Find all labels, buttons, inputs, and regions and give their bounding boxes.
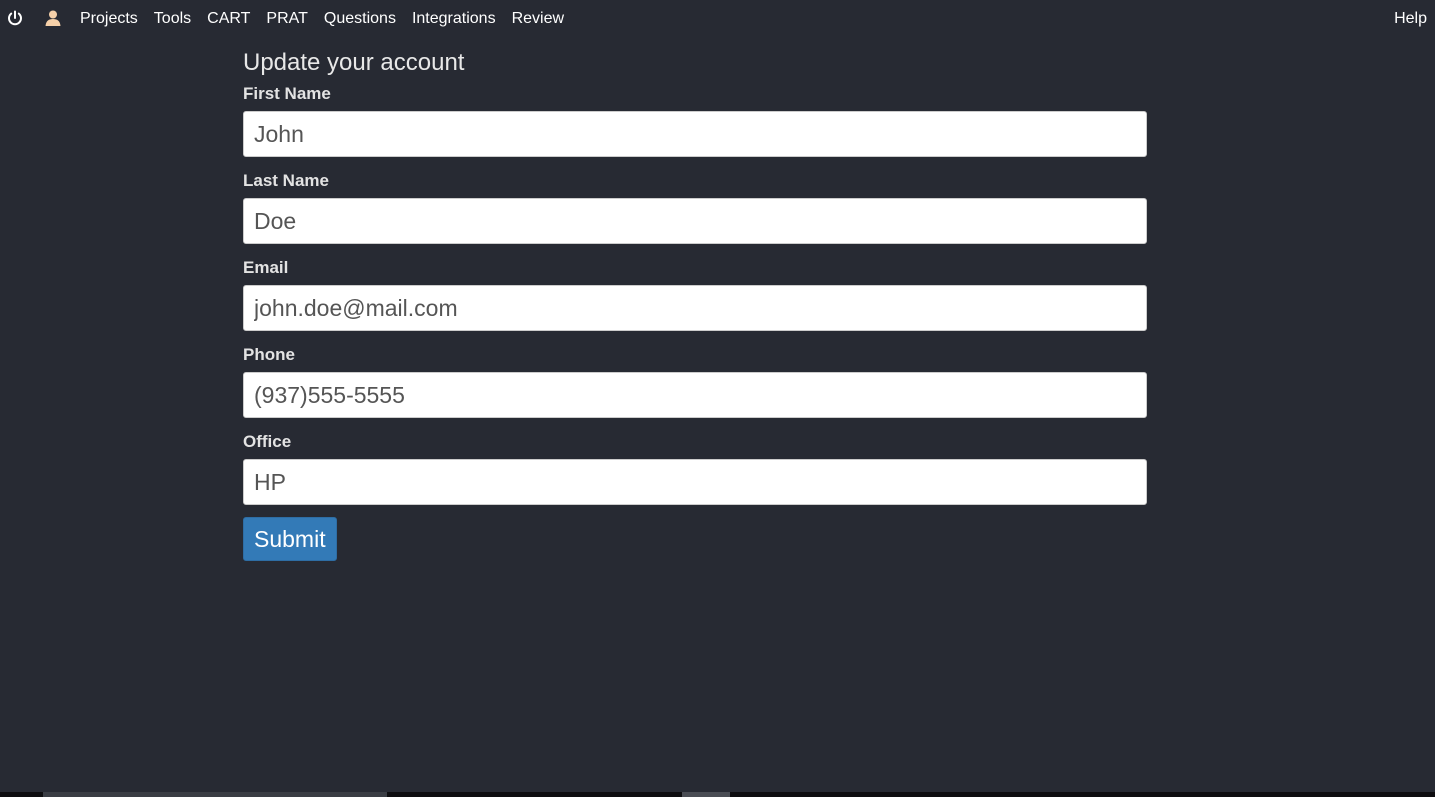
office-label: Office: [243, 432, 292, 451]
page-title: Update your account: [243, 49, 465, 76]
bottom-strip-thumb[interactable]: [682, 792, 730, 797]
phone-group: Phone: [243, 345, 1147, 418]
nav-questions[interactable]: Questions: [316, 0, 404, 37]
power-icon[interactable]: [6, 9, 24, 27]
last-name-input[interactable]: [243, 198, 1147, 244]
first-name-input[interactable]: [243, 111, 1147, 157]
top-navbar: Projects Tools CART PRAT Questions Integ…: [0, 0, 1435, 37]
user-icon[interactable]: [44, 9, 62, 27]
office-group: Office: [243, 432, 1147, 505]
email-group: Email: [243, 258, 1147, 331]
nav-prat[interactable]: PRAT: [258, 0, 315, 37]
office-input[interactable]: [243, 459, 1147, 505]
last-name-group: Last Name: [243, 171, 1147, 244]
email-label: Email: [243, 258, 289, 277]
last-name-label: Last Name: [243, 171, 329, 190]
nav-help[interactable]: Help: [1394, 0, 1427, 37]
email-input[interactable]: [243, 285, 1147, 331]
phone-label: Phone: [243, 345, 295, 364]
nav-links: Projects Tools CART PRAT Questions Integ…: [72, 0, 572, 37]
nav-projects[interactable]: Projects: [72, 0, 146, 37]
nav-tools[interactable]: Tools: [146, 0, 199, 37]
nav-review[interactable]: Review: [504, 0, 572, 37]
nav-integrations[interactable]: Integrations: [404, 0, 504, 37]
first-name-label: First Name: [243, 84, 331, 103]
phone-input[interactable]: [243, 372, 1147, 418]
bottom-strip-segment: [43, 792, 387, 797]
submit-button[interactable]: Submit: [243, 517, 337, 561]
nav-cart[interactable]: CART: [199, 0, 258, 37]
first-name-group: First Name: [243, 84, 1147, 157]
account-form-container: Update your account First Name Last Name…: [243, 48, 1147, 561]
